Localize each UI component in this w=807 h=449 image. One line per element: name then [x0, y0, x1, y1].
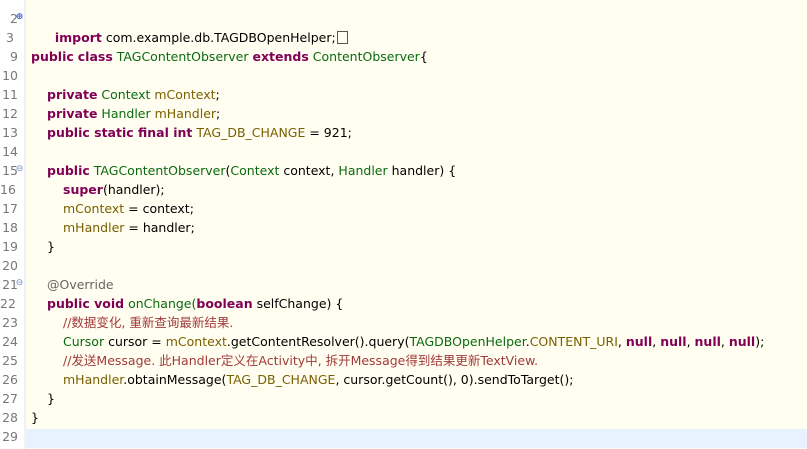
- code-text: .obtainMessage(: [123, 372, 227, 387]
- code-line[interactable]: 2: [0, 0, 807, 26]
- code-line[interactable]: 20 }: [0, 237, 807, 273]
- code-line[interactable]: 9: [0, 28, 807, 64]
- keyword: null: [625, 334, 653, 349]
- parent-class: ContentObserver: [312, 49, 420, 64]
- code-line[interactable]: 28 }: [0, 389, 807, 425]
- code-line[interactable]: 29 }: [0, 408, 807, 444]
- method-name: onChange(: [124, 296, 197, 311]
- code-line[interactable]: 27 mHandler.obtainMessage(TAG_DB_CHANGE,…: [0, 370, 807, 406]
- keyword: class: [77, 49, 113, 64]
- code-line[interactable]: 30: [0, 429, 26, 448]
- keyword: null: [728, 334, 756, 349]
- assignment: = context;: [124, 201, 194, 216]
- brace: }: [47, 391, 55, 406]
- param: selfChange) {: [252, 296, 344, 311]
- code-text: .getContentResolver().query(: [226, 334, 410, 349]
- code-line[interactable]: 24 //数据变化, 重新查询最新结果.: [0, 313, 807, 349]
- code-line[interactable]: 26 //发送Message. 此Handler定义在Activity中, 拆开…: [0, 351, 807, 387]
- semicolon: ;: [216, 106, 221, 121]
- brace: }: [47, 239, 55, 254]
- keyword: private: [47, 106, 98, 121]
- keyword: private: [47, 87, 98, 102]
- code-text: ,: [617, 334, 626, 349]
- keyword: null: [694, 334, 721, 349]
- keyword: boolean: [196, 296, 253, 311]
- class-name: TAGContentObserver: [116, 49, 249, 64]
- field-name: mHandler: [154, 106, 217, 121]
- code-line[interactable]: 16 ⊖ public TAGContentObserver(Context c…: [0, 161, 807, 197]
- code-text: ,: [652, 334, 661, 349]
- brace: {: [419, 49, 428, 64]
- code-line[interactable]: 11: [0, 66, 807, 102]
- semicolon: ;: [215, 87, 220, 102]
- keyword: null: [660, 334, 687, 349]
- minus-fold-icon[interactable]: ⊖: [15, 279, 24, 288]
- type-name: Context: [101, 87, 151, 102]
- code-line[interactable]: 15: [0, 142, 807, 178]
- field-name: mContext: [154, 87, 216, 102]
- code-text: );: [755, 334, 765, 349]
- code-text: , cursor.getCount(), 0).sendToTarget();: [335, 372, 574, 387]
- code-line[interactable]: 13 private Handler mHandler;: [0, 104, 807, 140]
- class-name: TAGDBOpenHelper: [409, 334, 526, 349]
- code-line[interactable]: 19 mHandler = handler;: [0, 218, 807, 254]
- call: (handler);: [102, 182, 165, 197]
- comment: //数据变化, 重新查询最新结果.: [63, 315, 234, 330]
- type-name: Context: [230, 163, 280, 178]
- constant-name: TAG_DB_CHANGE: [196, 125, 306, 140]
- keyword: super: [63, 182, 103, 197]
- code-line[interactable]: 3 ⊕ import com.example.db.TAGDBOpenHelpe…: [0, 9, 807, 45]
- keyword: public static final int: [47, 125, 193, 140]
- code-line[interactable]: 21: [0, 256, 807, 292]
- constant-name: CONTENT_URI: [529, 334, 618, 349]
- code-text: ,: [686, 334, 695, 349]
- code-text: ,: [720, 334, 729, 349]
- code-line[interactable]: 14 public static final int TAG_DB_CHANGE…: [0, 123, 807, 159]
- constant-name: TAG_DB_CHANGE: [226, 372, 336, 387]
- keyword: extends: [252, 49, 309, 64]
- code-line[interactable]: 17 super(handler);: [0, 180, 807, 216]
- field-name: mContext: [165, 334, 227, 349]
- assignment: = handler;: [124, 220, 195, 235]
- param: context,: [279, 163, 339, 178]
- comment: //发送Message. 此Handler定义在Activity中, 拆开Mes…: [63, 353, 539, 368]
- keyword: public: [31, 49, 74, 64]
- brace: }: [31, 410, 39, 425]
- annotation: @Override: [47, 277, 114, 292]
- current-line-highlight[interactable]: [26, 429, 807, 448]
- keyword: public: [47, 163, 90, 178]
- minus-fold-icon[interactable]: ⊖: [15, 165, 24, 174]
- constructor-name: TAGContentObserver: [93, 163, 226, 178]
- field-name: mContext: [63, 201, 125, 216]
- code-line[interactable]: 25 Cursor cursor = mContext.getContentRe…: [0, 332, 807, 368]
- param: handler) {: [387, 163, 457, 178]
- type-name: Handler: [338, 163, 388, 178]
- code-line[interactable]: 10 public class TAGContentObserver exten…: [0, 47, 807, 83]
- plus-fold-icon[interactable]: ⊕: [15, 13, 24, 22]
- code-line[interactable]: 12 private Context mContext;: [0, 85, 807, 121]
- field-name: mHandler: [63, 372, 124, 387]
- code-line[interactable]: 22 ⊖ @Override: [0, 275, 807, 311]
- type-name: Handler: [101, 106, 151, 121]
- keyword: public void: [47, 296, 125, 311]
- type-name: Cursor: [63, 334, 105, 349]
- field-name: mHandler: [63, 220, 125, 235]
- code-line[interactable]: 23 public void onChange(boolean selfChan…: [0, 294, 807, 330]
- code-text: cursor =: [104, 334, 166, 349]
- assignment: = 921;: [305, 125, 352, 140]
- code-editor[interactable]: 2 3 ⊕ import com.example.db.TAGDBOpenHel…: [0, 0, 807, 449]
- code-line[interactable]: 18 mContext = context;: [0, 199, 807, 235]
